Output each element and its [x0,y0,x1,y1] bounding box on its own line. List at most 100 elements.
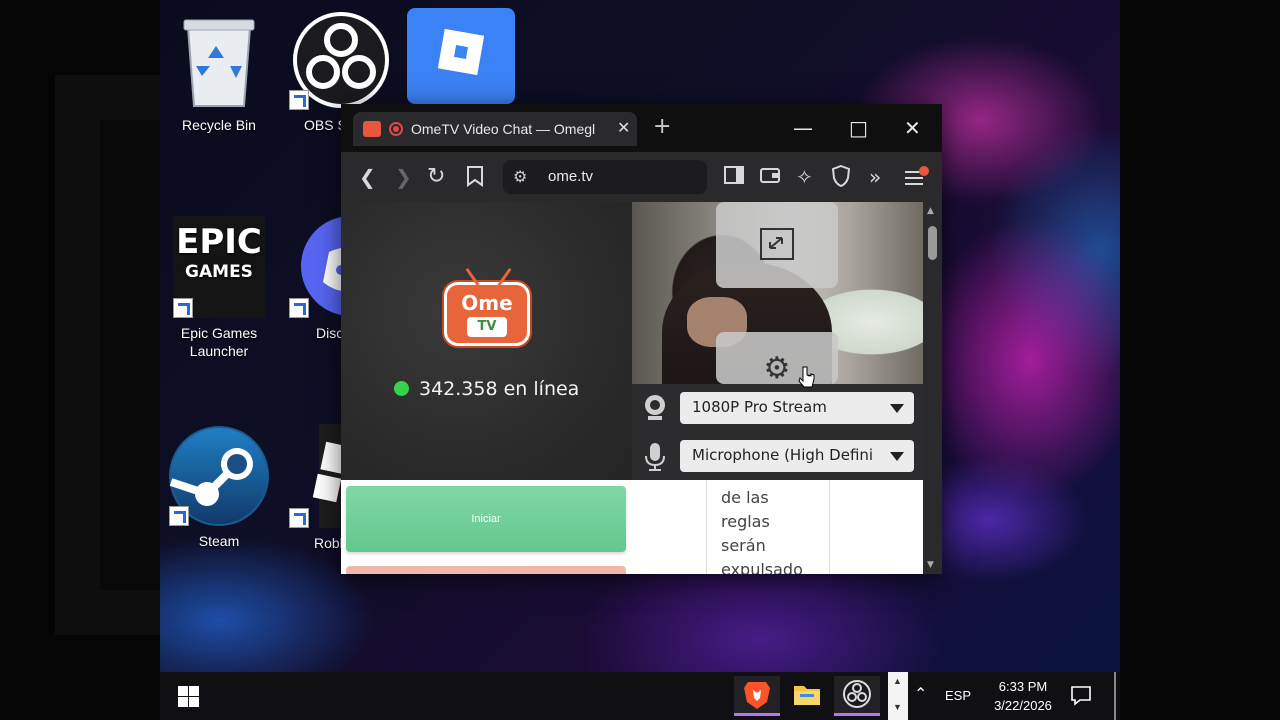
bookmark-icon[interactable] [466,165,484,192]
background-frame [55,75,160,635]
desktop-icon-roblox-studio[interactable] [406,8,516,104]
expand-icon[interactable]: » [869,165,881,189]
ometv-logo: Ome TV [444,267,530,346]
shortcut-arrow-icon [289,298,309,318]
logo-text-tv: TV [467,317,507,337]
online-count-text: 342.358 en línea [419,378,580,400]
tab-ometv[interactable]: OmeTV Video Chat — Omegl ✕ [353,112,637,146]
new-tab-icon[interactable]: + [653,114,671,139]
close-button[interactable]: ✕ [904,116,921,140]
logo-antenna [465,267,480,287]
microphone-select-value: Microphone (High Definit [692,446,872,464]
camera-select-value: 1080P Pro Stream [692,398,827,416]
obs-icon [289,10,389,110]
start-button[interactable]: Iniciar [346,486,626,552]
right-letterbox [1120,0,1280,720]
sidebar-icon[interactable] [724,165,744,190]
settings-button[interactable]: ⚙ [716,332,838,384]
chevron-down-icon[interactable]: ▼ [893,702,902,712]
chevron-up-icon[interactable]: ▲ [893,676,902,686]
maximize-button[interactable]: □ [849,116,868,140]
microphone-icon [642,442,668,471]
desktop-icon-recycle-bin[interactable]: Recycle Bin [164,10,274,134]
clock-time: 6:33 PM [998,679,1048,694]
scroll-down-icon[interactable]: ▼ [927,560,934,570]
fullscreen-button[interactable] [716,202,838,288]
rules-text-line: de las [721,488,769,507]
logo-antenna [497,267,512,287]
recycle-bin-icon [174,10,264,110]
chevron-down-icon [890,404,904,413]
fullscreen-icon [716,228,838,264]
leo-ai-icon[interactable]: ✧ [796,165,813,189]
url-text: ome.tv [548,168,594,185]
wallet-icon[interactable] [760,165,780,190]
show-hidden-icons-icon[interactable]: ⌃ [914,684,927,704]
scrollbar-thumb[interactable] [928,226,937,260]
scroll-up-icon[interactable]: ▲ [927,206,934,216]
roblox-studio-icon [407,8,515,104]
epic-logo-text: EPIC [176,222,262,262]
input-language[interactable]: ESP [945,688,971,703]
menu-icon[interactable] [904,165,930,194]
rules-text-line: expulsado [721,560,803,574]
show-desktop-button[interactable] [1114,672,1116,720]
taskbar-overflow-scroll[interactable]: ▲ ▼ [888,672,908,720]
shortcut-arrow-icon [289,508,309,528]
desktop-icon-label: Epic Games Launcher [180,325,258,359]
stop-button[interactable] [346,566,626,574]
back-arrow-icon[interactable]: ❮ [359,165,376,189]
forward-arrow-icon[interactable]: ❯ [395,165,412,189]
notifications-icon[interactable] [1070,684,1092,709]
desktop-icon-label: Recycle Bin [182,117,256,133]
microphone-select-row: Microphone (High Definit [632,436,931,476]
rules-text-line: reglas [721,512,770,531]
chevron-down-icon [890,452,904,461]
taskbar-app-file-explorer[interactable] [784,676,830,716]
taskbar-app-brave[interactable] [734,676,780,716]
desktop-icon-label: Steam [198,533,240,549]
webcam-icon [642,394,668,422]
address-bar[interactable]: ⚙ ome.tv [503,160,707,194]
background-ghost [1120,240,1280,480]
shield-icon[interactable] [831,164,851,192]
chat-area: de las reglas serán expulsado [632,480,931,574]
rules-text-line: serán [721,536,766,555]
self-camera-area: ⚙ 1080P Pro Stream Microphone (High Defi… [632,202,931,480]
steam-icon [169,426,269,526]
gear-icon: ⚙ [763,351,791,386]
logo-text-ome: Ome [461,291,513,315]
controls-area: Iniciar [341,480,632,574]
taskbar-app-obs[interactable] [834,676,880,716]
taskbar: ▲ ▼ ⌃ ESP 6:33 PM 3/22/2026 [160,672,1120,720]
desktop-icon-steam[interactable]: Steam [164,426,274,550]
reload-icon[interactable]: ↻ [427,165,445,189]
minimize-button[interactable]: — [793,116,813,140]
shortcut-arrow-icon [289,90,309,110]
shortcut-arrow-icon [173,298,193,318]
browser-window: OmeTV Video Chat — Omegl ✕ + — □ ✕ ❮ ❯ ↻… [341,104,942,574]
epic-logo-subtext: GAMES [185,262,253,282]
camera-select-row: 1080P Pro Stream [632,388,931,428]
desktop-icon-epic-games[interactable]: EPIC GAMES Epic Games Launcher [164,216,274,360]
ometv-page: Ome TV 342.358 en línea ⚙ 1080P Pro Stre… [341,202,931,574]
clock[interactable]: 6:33 PM 3/22/2026 [978,677,1068,715]
camera-select[interactable]: 1080P Pro Stream [680,392,914,424]
page-scrollbar[interactable]: ▲ ▼ [923,202,942,574]
epic-games-icon: EPIC GAMES [173,216,265,318]
rules-text: de las reglas serán expulsado [706,480,830,574]
ometv-favicon-icon [363,121,381,137]
obs-icon [843,680,871,708]
windows-start-icon[interactable] [178,686,200,708]
site-settings-icon[interactable]: ⚙ [513,167,527,187]
tab-title: OmeTV Video Chat — Omegl [411,121,596,137]
clock-date: 3/22/2026 [994,698,1052,713]
toolbar: ❮ ❯ ↻ ⚙ ome.tv ✧ » [341,152,942,202]
online-status-icon [394,381,409,396]
title-bar: OmeTV Video Chat — Omegl ✕ + — □ ✕ [341,104,942,152]
partner-video-area: Ome TV 342.358 en línea [341,202,632,480]
tab-close-icon[interactable]: ✕ [617,118,630,138]
folder-icon [794,686,820,705]
microphone-select[interactable]: Microphone (High Definit [680,440,914,472]
screen: Recycle Bin OBS S EPIC GAMES Epic Games … [0,0,1280,720]
